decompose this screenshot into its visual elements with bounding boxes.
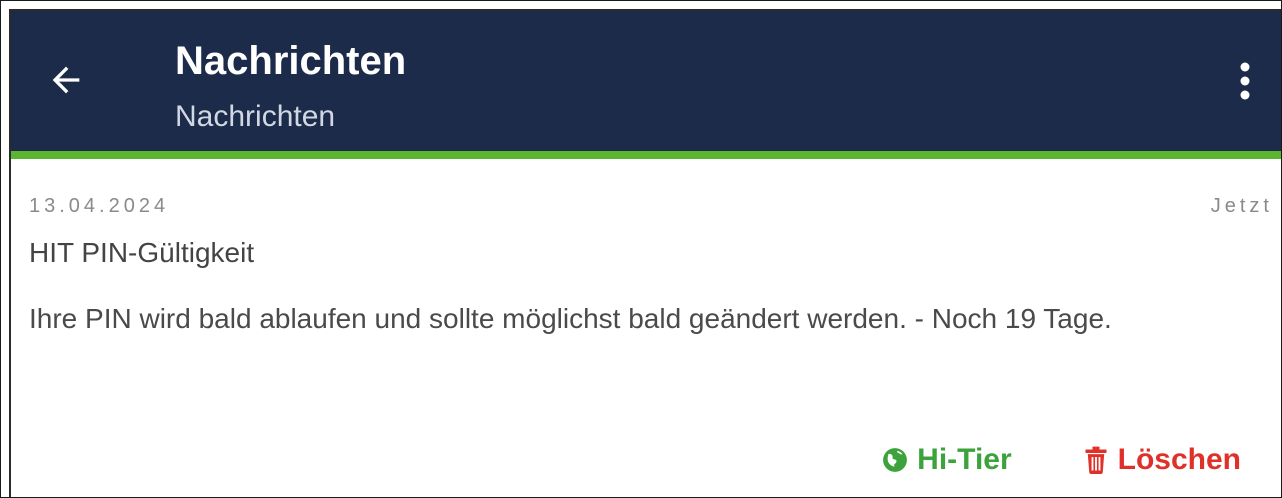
delete-button[interactable]: Löschen [1082, 443, 1241, 477]
message-date: 13.04.2024 [29, 195, 170, 217]
page-title: Nachrichten [175, 39, 407, 83]
message-time: Jetzt [1210, 195, 1273, 217]
trash-icon [1082, 446, 1110, 474]
hitier-label: Hi-Tier [917, 443, 1012, 476]
screenshot-frame: Nachrichten Nachrichten 13.04.2024 Jetzt… [0, 0, 1282, 498]
message-card: 13.04.2024 Jetzt HIT PIN-Gültigkeit Ihre… [11, 159, 1281, 497]
more-vert-icon [1240, 62, 1250, 100]
page-subtitle: Nachrichten [175, 100, 336, 133]
app-window: Nachrichten Nachrichten 13.04.2024 Jetzt… [9, 9, 1281, 497]
overflow-menu-button[interactable] [1227, 57, 1263, 105]
header-accent-line [11, 151, 1281, 159]
message-title: HIT PIN-Gültigkeit [29, 237, 255, 268]
hitier-button[interactable]: Hi-Tier [881, 443, 1012, 477]
globe-icon [881, 446, 909, 474]
arrow-left-icon [52, 66, 80, 94]
app-bar: Nachrichten Nachrichten [11, 11, 1281, 151]
message-actions: Hi-Tier Löschen [881, 443, 1241, 477]
delete-label: Löschen [1117, 443, 1241, 476]
back-button[interactable] [41, 55, 91, 105]
message-body: Ihre PIN wird bald ablaufen und sollte m… [29, 303, 1112, 334]
